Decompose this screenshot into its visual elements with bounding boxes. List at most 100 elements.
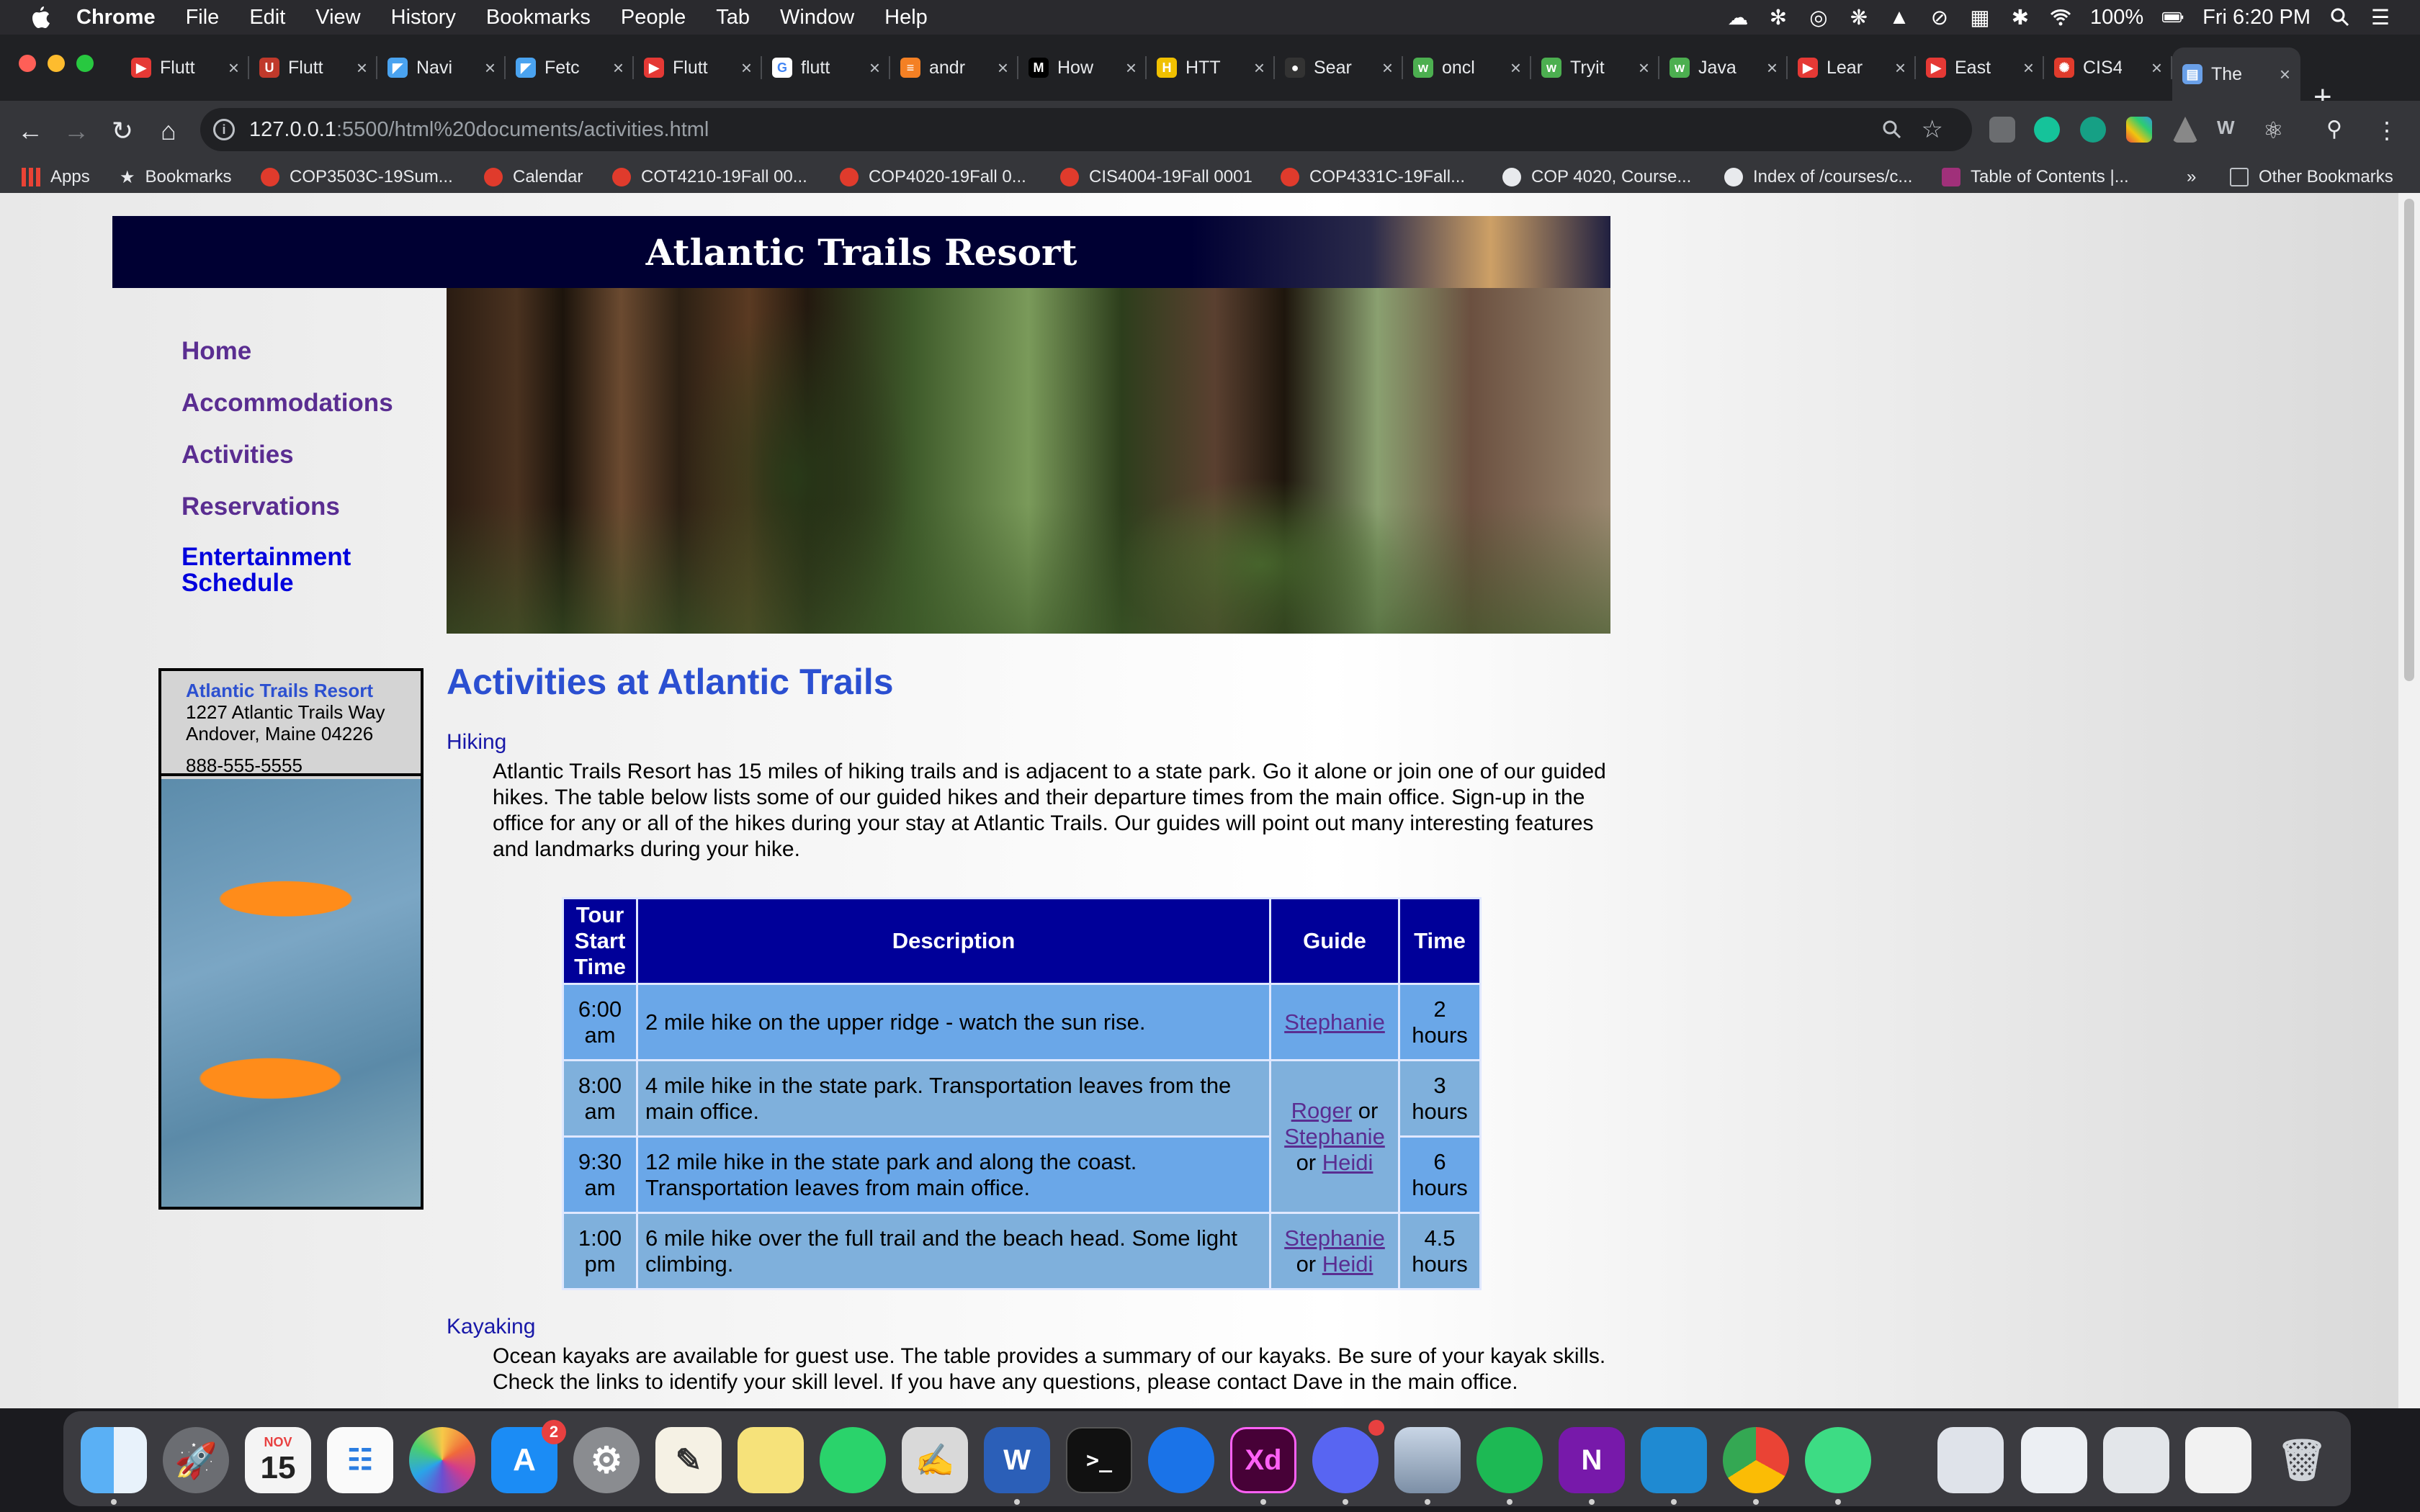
bookmark-cop4020[interactable]: COP4020-19Fall 0... xyxy=(840,166,1026,189)
bookmark-apps[interactable]: Apps xyxy=(22,166,90,189)
extension-badge-icon[interactable] xyxy=(2080,117,2106,143)
browser-tab[interactable]: Gflutt × xyxy=(762,48,890,88)
minimized-window-2[interactable] xyxy=(2021,1427,2087,1493)
address-bar[interactable]: i 127.0.0.1:5500/html%20documents/activi… xyxy=(200,108,1972,151)
onenote-icon[interactable]: N xyxy=(1559,1427,1625,1493)
nav-entertainment-schedule[interactable]: Entertainment Schedule xyxy=(182,544,393,596)
react-devtools-icon[interactable]: ⚛ xyxy=(2263,117,2289,143)
back-arrow-icon[interactable]: ← xyxy=(14,115,46,147)
google-drive-icon[interactable]: ▲ xyxy=(1888,6,1910,29)
photos-icon[interactable] xyxy=(409,1427,475,1493)
guide-link-heidi[interactable]: Heidi xyxy=(1322,1150,1373,1175)
tab-close-icon[interactable]: × xyxy=(1767,57,1778,79)
w-extension-icon[interactable]: W xyxy=(2217,117,2243,143)
bookmark-cot4210[interactable]: COT4210-19Fall 00... xyxy=(612,166,807,189)
browser-tab[interactable]: M How × xyxy=(1018,48,1147,88)
openai-icon[interactable]: ❋ xyxy=(1848,6,1870,30)
textedit-icon[interactable]: ✎ xyxy=(655,1427,722,1493)
guide-link-stephanie[interactable]: Stephanie xyxy=(1284,1225,1385,1251)
bookmark-star-icon[interactable]: ☆ xyxy=(1922,115,1943,144)
minimized-window-4[interactable] xyxy=(2185,1427,2251,1493)
finder-icon[interactable] xyxy=(81,1427,147,1493)
do-not-disturb-icon[interactable]: ⊘ xyxy=(1929,6,1950,30)
vscode-icon[interactable] xyxy=(1641,1427,1707,1493)
tab-close-icon[interactable]: × xyxy=(1126,57,1137,79)
nav-home[interactable]: Home xyxy=(182,337,393,366)
tab-close-icon[interactable]: × xyxy=(1254,57,1265,79)
stickies-icon[interactable] xyxy=(738,1427,804,1493)
minimized-window-1[interactable] xyxy=(1937,1427,2004,1493)
browser-tab[interactable]: ▶ Flutt × xyxy=(634,48,762,88)
bookmark-cop4331c[interactable]: COP4331C-19Fall... xyxy=(1281,166,1465,189)
bookmark-table-of-contents[interactable]: Table of Contents |... xyxy=(1942,166,2129,189)
menu-file[interactable]: File xyxy=(186,6,220,30)
quicktime-icon[interactable] xyxy=(1148,1427,1214,1493)
browser-tab[interactable]: w Tryit × xyxy=(1531,48,1659,88)
calendar-icon[interactable]: NOV 15 xyxy=(245,1427,311,1493)
guide-link-roger[interactable]: Roger xyxy=(1291,1098,1352,1123)
script-editor-icon[interactable]: ✍ xyxy=(902,1427,968,1493)
menu-edit[interactable]: Edit xyxy=(249,6,285,30)
adobe-xd-icon[interactable]: Xd xyxy=(1230,1427,1296,1493)
home-icon[interactable]: ⌂ xyxy=(153,115,184,147)
discord-icon[interactable] xyxy=(1312,1427,1379,1493)
us-flag-icon[interactable]: ▦ xyxy=(1969,6,1991,30)
zoom-icon[interactable] xyxy=(1881,119,1903,140)
menu-history[interactable]: History xyxy=(391,6,456,30)
browser-tab[interactable]: ● Sear × xyxy=(1275,48,1403,88)
tab-close-icon[interactable]: × xyxy=(228,57,239,79)
nav-activities[interactable]: Activities xyxy=(182,441,393,469)
tab-close-icon[interactable]: × xyxy=(2280,63,2290,86)
guide-link-heidi[interactable]: Heidi xyxy=(1322,1251,1373,1277)
browser-tab[interactable]: ▶ Lear × xyxy=(1788,48,1916,88)
nav-reservations[interactable]: Reservations xyxy=(182,492,393,521)
menu-window[interactable]: Window xyxy=(780,6,854,30)
menu-help[interactable]: Help xyxy=(884,6,928,30)
wifi-icon[interactable] xyxy=(2050,6,2071,28)
site-info-icon[interactable]: i xyxy=(213,119,235,140)
apple-menu-icon[interactable] xyxy=(26,3,55,32)
trash-icon[interactable]: 🗑 xyxy=(2269,1427,2335,1493)
window-close-icon[interactable] xyxy=(19,55,36,72)
tab-close-icon[interactable]: × xyxy=(2151,57,2162,79)
system-preferences-icon[interactable]: ⚙ xyxy=(573,1427,640,1493)
grammarly-icon[interactable] xyxy=(2034,117,2060,143)
browser-tab[interactable]: ▤ The × xyxy=(2172,48,2300,101)
bookmark-cop4020-course[interactable]: COP 4020, Course... xyxy=(1502,166,1691,189)
profile-icon[interactable]: ⚲ xyxy=(2326,117,2352,143)
scrollbar-thumb[interactable] xyxy=(2404,199,2414,681)
bluetooth-icon[interactable]: ✱ xyxy=(2009,6,2031,30)
chrome-menu-icon[interactable]: ⋮ xyxy=(2375,117,2401,143)
bookmark-cis4004[interactable]: CIS4004-19Fall 0001 xyxy=(1060,166,1252,189)
control-center-icon[interactable]: ☰ xyxy=(2370,6,2391,30)
tab-close-icon[interactable]: × xyxy=(869,57,880,79)
browser-tab[interactable]: U Flutt × xyxy=(249,48,377,88)
launchpad-icon[interactable]: 🚀 xyxy=(163,1427,229,1493)
tab-close-icon[interactable]: × xyxy=(485,57,496,79)
browser-tab[interactable]: ◤ Fetc × xyxy=(506,48,634,88)
adobe-icon[interactable]: ◎ xyxy=(1808,6,1829,30)
menu-people[interactable]: People xyxy=(621,6,686,30)
tab-close-icon[interactable]: × xyxy=(613,57,624,79)
browser-tab[interactable]: ✺ CIS4 × xyxy=(2044,48,2172,88)
guide-link-stephanie[interactable]: Stephanie xyxy=(1284,1009,1385,1035)
bookmark-cop3503c[interactable]: COP3503C-19Sum... xyxy=(261,166,453,189)
word-icon[interactable]: W xyxy=(984,1427,1050,1493)
browser-tab[interactable]: ◤ Navi × xyxy=(377,48,506,88)
menu-bookmarks[interactable]: Bookmarks xyxy=(486,6,591,30)
browser-tab[interactable]: ▶ Flutt × xyxy=(121,48,249,88)
tab-close-icon[interactable]: × xyxy=(1382,57,1393,79)
drive-extension-icon[interactable] xyxy=(2172,117,2198,143)
android-studio-icon[interactable] xyxy=(1805,1427,1871,1493)
tab-close-icon[interactable]: × xyxy=(2023,57,2034,79)
forward-arrow-icon[interactable]: → xyxy=(60,115,92,147)
extension-h-icon[interactable] xyxy=(1989,117,2015,143)
menu-clock[interactable]: Fri 6:20 PM xyxy=(2202,6,2311,30)
preview-icon[interactable] xyxy=(1394,1427,1461,1493)
spotlight-search-icon[interactable] xyxy=(2329,6,2351,28)
tab-close-icon[interactable]: × xyxy=(1510,57,1521,79)
browser-tab[interactable]: ▶ East × xyxy=(1916,48,2044,88)
bookmark-calendar[interactable]: Calendar xyxy=(484,166,583,189)
reload-icon[interactable]: ↻ xyxy=(107,115,138,147)
guide-link-stephanie[interactable]: Stephanie xyxy=(1284,1124,1385,1149)
